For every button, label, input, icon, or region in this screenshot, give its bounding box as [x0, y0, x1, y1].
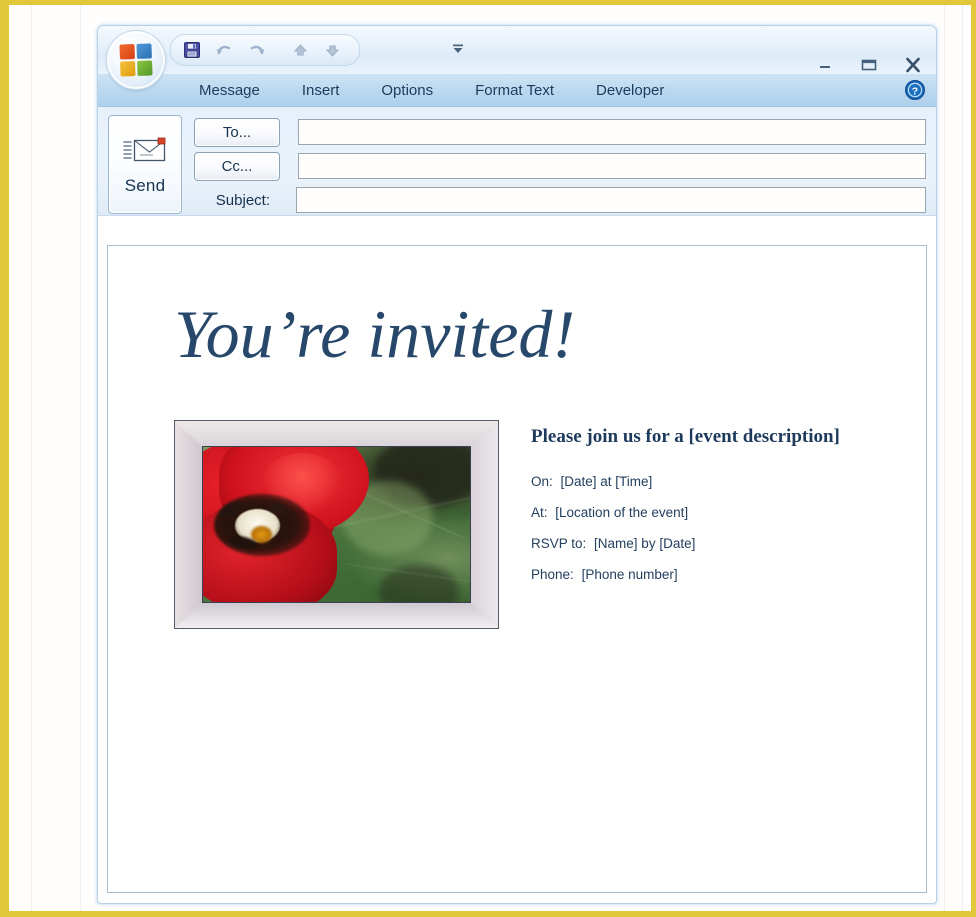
- to-row: To...: [194, 117, 926, 147]
- ribbon-tab-bar: Message Insert Options Format Text Devel…: [98, 75, 936, 107]
- tab-insert[interactable]: Insert: [281, 75, 361, 106]
- page-gold-border: Message Insert Options Format Text Devel…: [0, 0, 976, 917]
- help-button[interactable]: ?: [904, 79, 926, 101]
- bevel-left: [175, 421, 202, 628]
- paper-hairline-right-1: [944, 5, 945, 911]
- qat-customize-button[interactable]: [450, 40, 466, 58]
- detail-at-label: At:: [531, 505, 548, 520]
- minimize-icon: [820, 66, 830, 68]
- cc-button[interactable]: Cc...: [194, 151, 280, 181]
- red-tulip-photo: [202, 446, 471, 603]
- office-logo-squares: [119, 43, 153, 77]
- tab-developer[interactable]: Developer: [575, 75, 685, 106]
- detail-at: At: [Location of the event]: [531, 505, 840, 520]
- svg-text:?: ?: [912, 85, 918, 97]
- office-orb-icon[interactable]: [106, 30, 166, 90]
- title-bar: [98, 26, 936, 90]
- subject-row: Subject:: [194, 186, 926, 214]
- detail-on: On: [Date] at [Time]: [531, 474, 840, 489]
- detail-rsvp-label: RSVP to:: [531, 536, 587, 551]
- save-button[interactable]: [181, 39, 203, 61]
- invitation-heading: Please join us for a [event description]: [531, 426, 840, 447]
- office-square-yellow: [120, 61, 136, 77]
- window-controls: [814, 56, 924, 74]
- redo-button[interactable]: [245, 39, 267, 61]
- bevel-bottom: [175, 603, 498, 628]
- maximize-icon: [861, 59, 877, 71]
- office-square-blue: [136, 43, 152, 59]
- office-square-green: [137, 60, 153, 76]
- undo-button[interactable]: [213, 39, 235, 61]
- cc-input[interactable]: [298, 153, 926, 179]
- detail-on-value: [Date] at [Time]: [560, 474, 653, 489]
- to-input[interactable]: [298, 119, 926, 145]
- detail-phone: Phone: [Phone number]: [531, 567, 840, 582]
- detail-on-label: On:: [531, 474, 553, 489]
- tab-format-text[interactable]: Format Text: [454, 75, 575, 106]
- subject-input[interactable]: [296, 187, 926, 213]
- send-button[interactable]: Send: [108, 115, 182, 214]
- bevel-right: [471, 421, 498, 628]
- photo-bevel-frame[interactable]: [174, 420, 499, 629]
- message-body[interactable]: You’re invited! Please join us for a [ev…: [107, 245, 927, 893]
- outlook-compose-window: Message Insert Options Format Text Devel…: [97, 25, 937, 904]
- detail-at-value: [Location of the event]: [555, 505, 689, 520]
- compose-header: Send To... Cc... Subject:: [98, 107, 936, 216]
- qat-spacer: [277, 39, 279, 61]
- invitation-columns: Please join us for a [event description]…: [174, 420, 926, 629]
- subject-label: Subject:: [215, 191, 270, 209]
- save-floppy-icon: [184, 42, 200, 58]
- tab-message[interactable]: Message: [178, 75, 281, 106]
- invitation-details: Please join us for a [event description]…: [531, 420, 840, 629]
- invitation-content: You’re invited! Please join us for a [ev…: [108, 246, 926, 629]
- down-arrow-icon: [325, 45, 339, 57]
- recipient-fields: To... Cc... Subject:: [194, 115, 926, 215]
- bevel-top: [175, 421, 498, 446]
- next-item-button[interactable]: [321, 39, 343, 61]
- invitation-title: You’re invited!: [174, 296, 576, 372]
- chevron-down-icon: [453, 44, 463, 53]
- close-icon: [906, 57, 920, 73]
- redo-arrow-icon: [250, 45, 264, 55]
- detail-rsvp-value: [Name] by [Date]: [594, 536, 696, 551]
- previous-item-button[interactable]: [289, 39, 311, 61]
- cc-row: Cc...: [194, 151, 926, 181]
- paper-hairline-left-2: [80, 5, 81, 911]
- minimize-button[interactable]: [814, 56, 836, 74]
- maximize-button[interactable]: [858, 56, 880, 74]
- office-square-orange: [119, 44, 135, 60]
- envelope-send-icon: [123, 137, 166, 161]
- paper-hairline-right-2: [962, 5, 963, 911]
- tab-options[interactable]: Options: [360, 75, 454, 106]
- quick-access-toolbar: [170, 34, 360, 66]
- detail-phone-label: Phone:: [531, 567, 574, 582]
- paper-background: Message Insert Options Format Text Devel…: [9, 5, 971, 911]
- paper-hairline-left-1: [31, 5, 32, 911]
- close-button[interactable]: [902, 56, 924, 74]
- detail-rsvp: RSVP to: [Name] by [Date]: [531, 536, 840, 551]
- to-button[interactable]: To...: [194, 117, 280, 147]
- help-question-icon: ?: [904, 79, 926, 101]
- undo-arrow-icon: [216, 45, 230, 55]
- up-arrow-icon: [293, 43, 307, 55]
- detail-phone-value: [Phone number]: [581, 567, 678, 582]
- send-button-label: Send: [124, 175, 166, 195]
